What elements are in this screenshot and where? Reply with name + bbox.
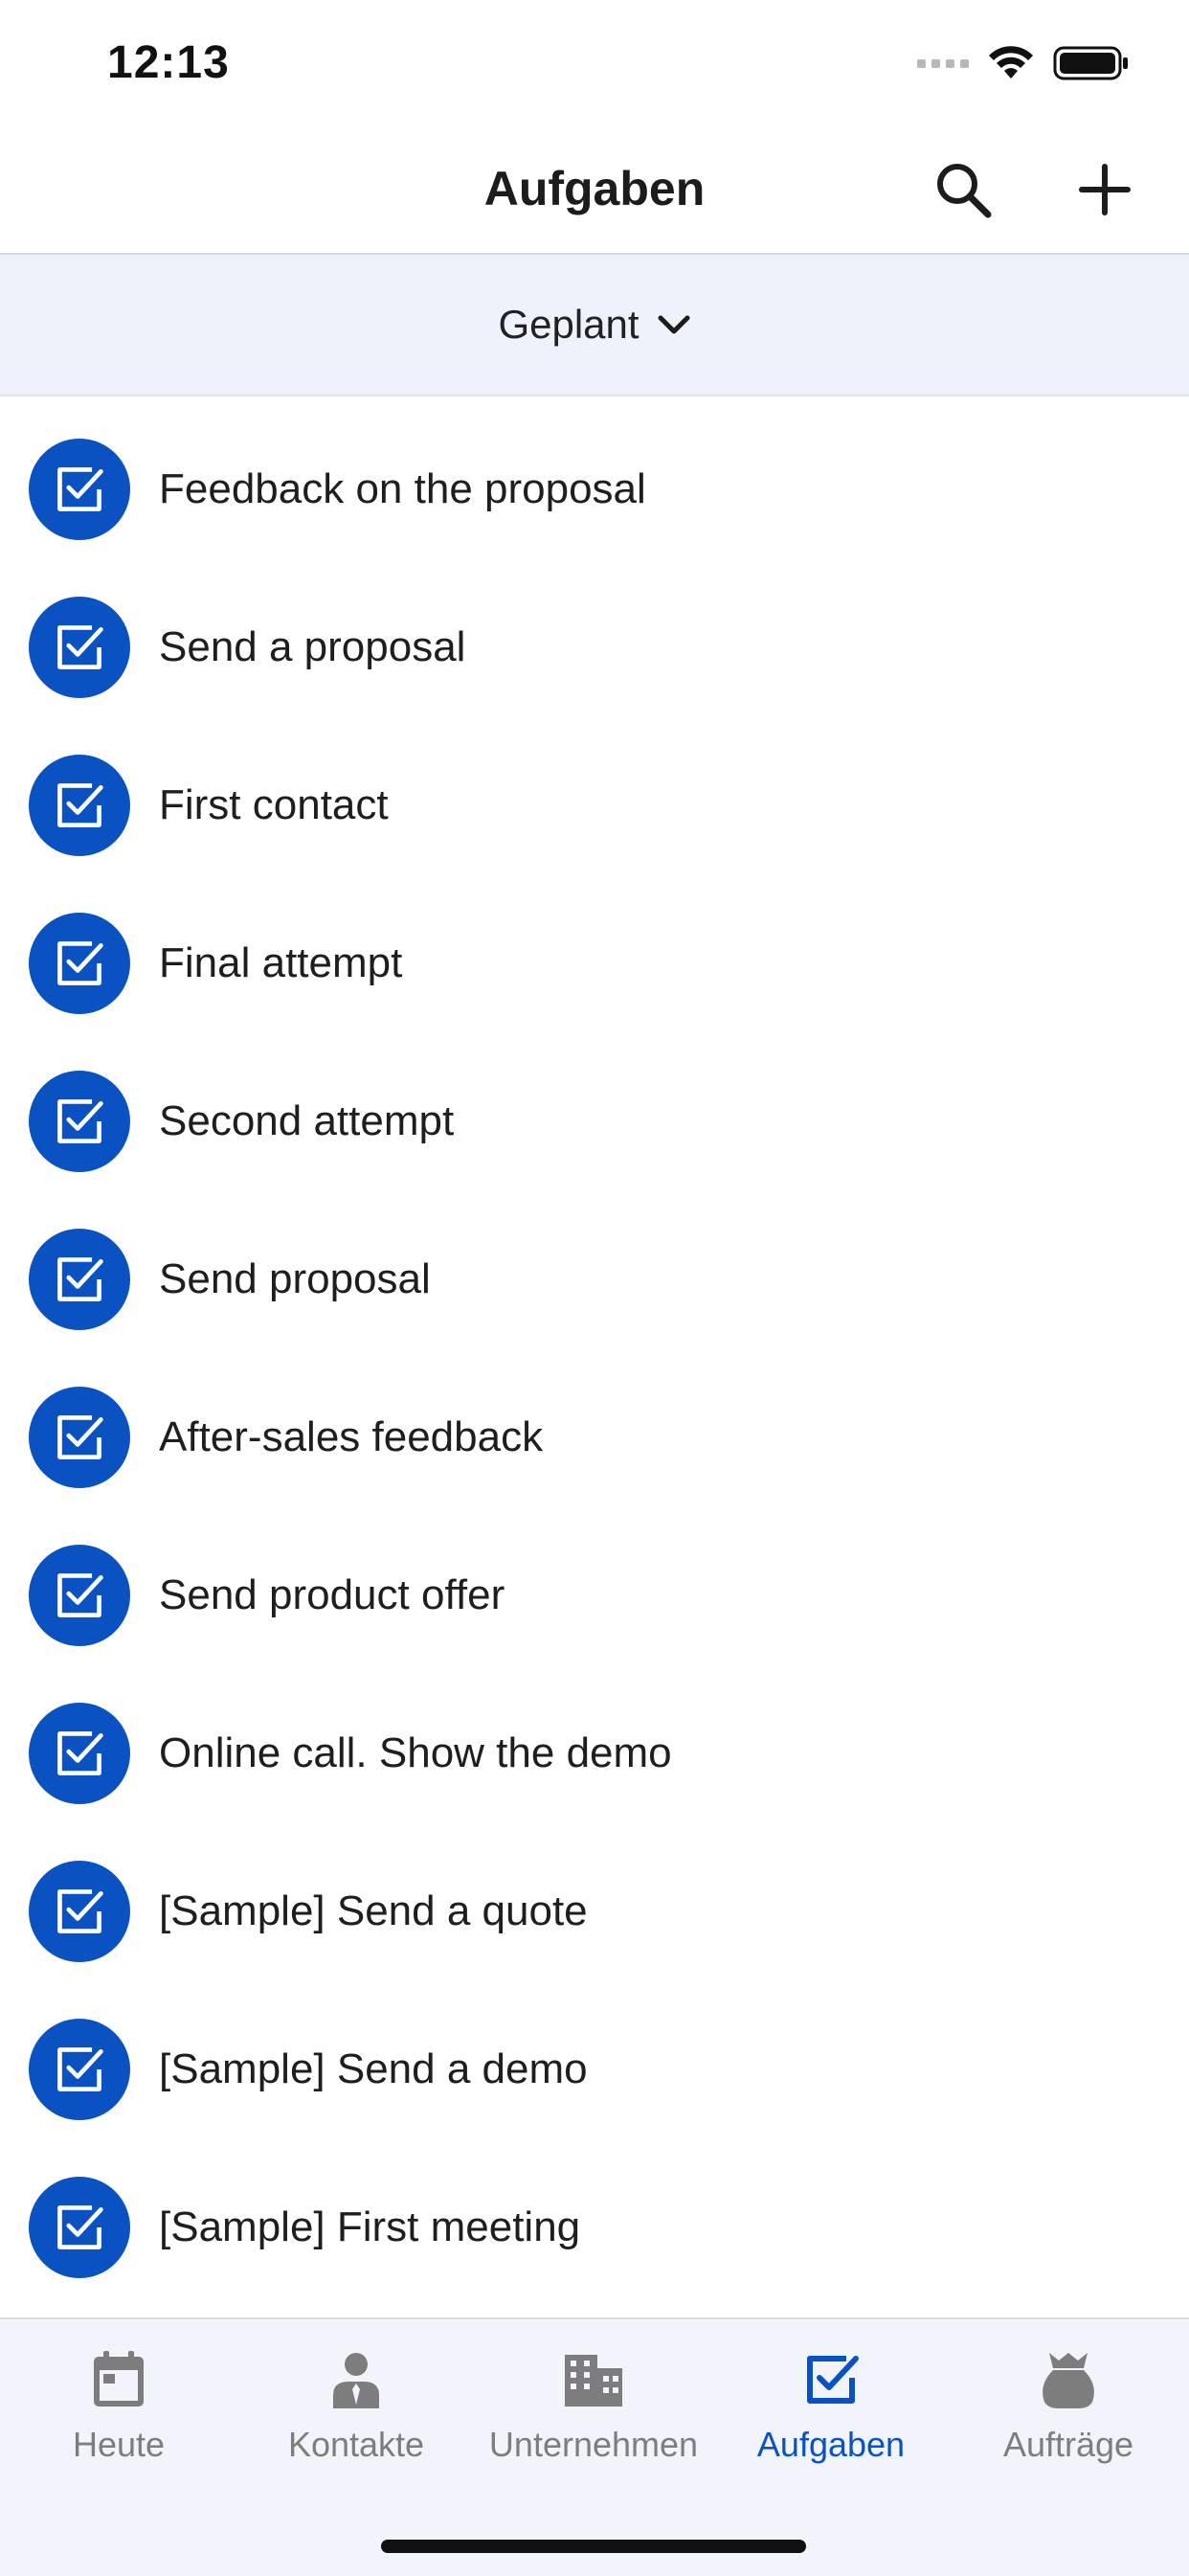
status-bar: 12:13 — [0, 0, 1189, 126]
task-checkbox-icon[interactable] — [29, 438, 130, 540]
task-row[interactable]: Final attempt — [0, 884, 1189, 1042]
tab-label: Aufgaben — [756, 2425, 906, 2464]
task-row[interactable]: Send proposal — [0, 1200, 1189, 1358]
tab-label: Kontakte — [287, 2425, 425, 2464]
battery-icon — [1053, 46, 1128, 80]
plus-icon — [1079, 164, 1131, 215]
task-checkbox-icon[interactable] — [29, 754, 130, 856]
wifi-icon — [989, 46, 1033, 79]
filter-dropdown[interactable]: Geplant — [498, 302, 690, 348]
search-icon — [937, 164, 992, 218]
tab-auftraege[interactable]: Aufträge — [950, 2346, 1187, 2480]
task-row[interactable]: After-sales feedback — [0, 1358, 1189, 1516]
chevron-down-icon — [658, 315, 690, 334]
task-checkbox-icon[interactable] — [29, 2018, 130, 2120]
task-title: Send proposal — [159, 1254, 431, 1302]
task-title: [Sample] First meeting — [159, 2203, 581, 2250]
search-button[interactable] — [929, 155, 998, 224]
tab-label: Aufträge — [1002, 2425, 1134, 2464]
home-indicator — [381, 2540, 806, 2553]
task-row[interactable]: [Sample] Send a demo — [0, 1990, 1189, 2148]
task-title: Send product offer — [159, 1570, 505, 1618]
tab-heute[interactable]: Heute — [0, 2346, 237, 2480]
task-title: Second attempt — [159, 1096, 455, 1144]
task-checkbox-icon[interactable] — [29, 912, 130, 1014]
task-checkbox-icon[interactable] — [29, 1070, 130, 1172]
task-row[interactable]: Send product offer — [0, 1516, 1189, 1674]
task-title: [Sample] Send a quote — [159, 1887, 588, 1934]
task-title: Final attempt — [159, 938, 403, 986]
task-row[interactable]: [Sample] Send a quote — [0, 1832, 1189, 1990]
navigation-bar: Aufgaben — [0, 126, 1189, 255]
task-checkbox-icon[interactable] — [29, 1702, 130, 1804]
person-icon — [333, 2353, 379, 2408]
task-row[interactable]: First contact — [0, 726, 1189, 884]
filter-label: Geplant — [498, 302, 639, 347]
task-row[interactable]: [Sample] First meeting — [0, 2148, 1189, 2302]
tab-label: Heute — [72, 2425, 166, 2464]
task-checkbox-icon[interactable] — [29, 596, 130, 698]
task-title: Feedback on the proposal — [159, 464, 646, 512]
task-row[interactable]: Feedback on the proposal — [0, 410, 1189, 568]
task-row[interactable]: Online call. Show the demo — [0, 1674, 1189, 1832]
cellular-signal-icon — [917, 58, 969, 68]
status-time: 12:13 — [107, 37, 230, 88]
filter-bar: Geplant — [0, 255, 1189, 396]
task-title: [Sample] Send a demo — [159, 2045, 588, 2092]
building-icon — [565, 2355, 622, 2407]
checkbox-icon — [807, 2356, 859, 2404]
task-checkbox-icon[interactable] — [29, 2176, 130, 2278]
task-checkbox-icon[interactable] — [29, 1386, 130, 1488]
tab-bar: Heute Kontakte Unternehmen Aufgaben Auft… — [0, 2317, 1189, 2576]
page-title: Aufgaben — [483, 162, 706, 215]
task-title: Send a proposal — [159, 622, 466, 670]
task-title: First contact — [159, 780, 389, 828]
task-title: Online call. Show the demo — [159, 1729, 672, 1776]
tab-aufgaben[interactable]: Aufgaben — [712, 2346, 950, 2480]
status-indicators — [917, 42, 1130, 84]
tab-kontakte[interactable]: Kontakte — [237, 2346, 475, 2480]
money-bag-icon — [1043, 2353, 1094, 2408]
task-title: After-sales feedback — [159, 1412, 544, 1460]
add-task-button[interactable] — [1070, 155, 1139, 224]
task-row[interactable]: Second attempt — [0, 1042, 1189, 1200]
calendar-icon — [94, 2351, 144, 2407]
task-list: Feedback on the proposal Send a proposal F… — [0, 396, 1189, 2302]
tab-label: Unternehmen — [488, 2425, 699, 2464]
task-checkbox-icon[interactable] — [29, 1544, 130, 1646]
task-checkbox-icon[interactable] — [29, 1228, 130, 1330]
task-checkbox-icon[interactable] — [29, 1860, 130, 1962]
task-row[interactable]: Send a proposal — [0, 568, 1189, 726]
tab-unternehmen[interactable]: Unternehmen — [475, 2346, 712, 2480]
